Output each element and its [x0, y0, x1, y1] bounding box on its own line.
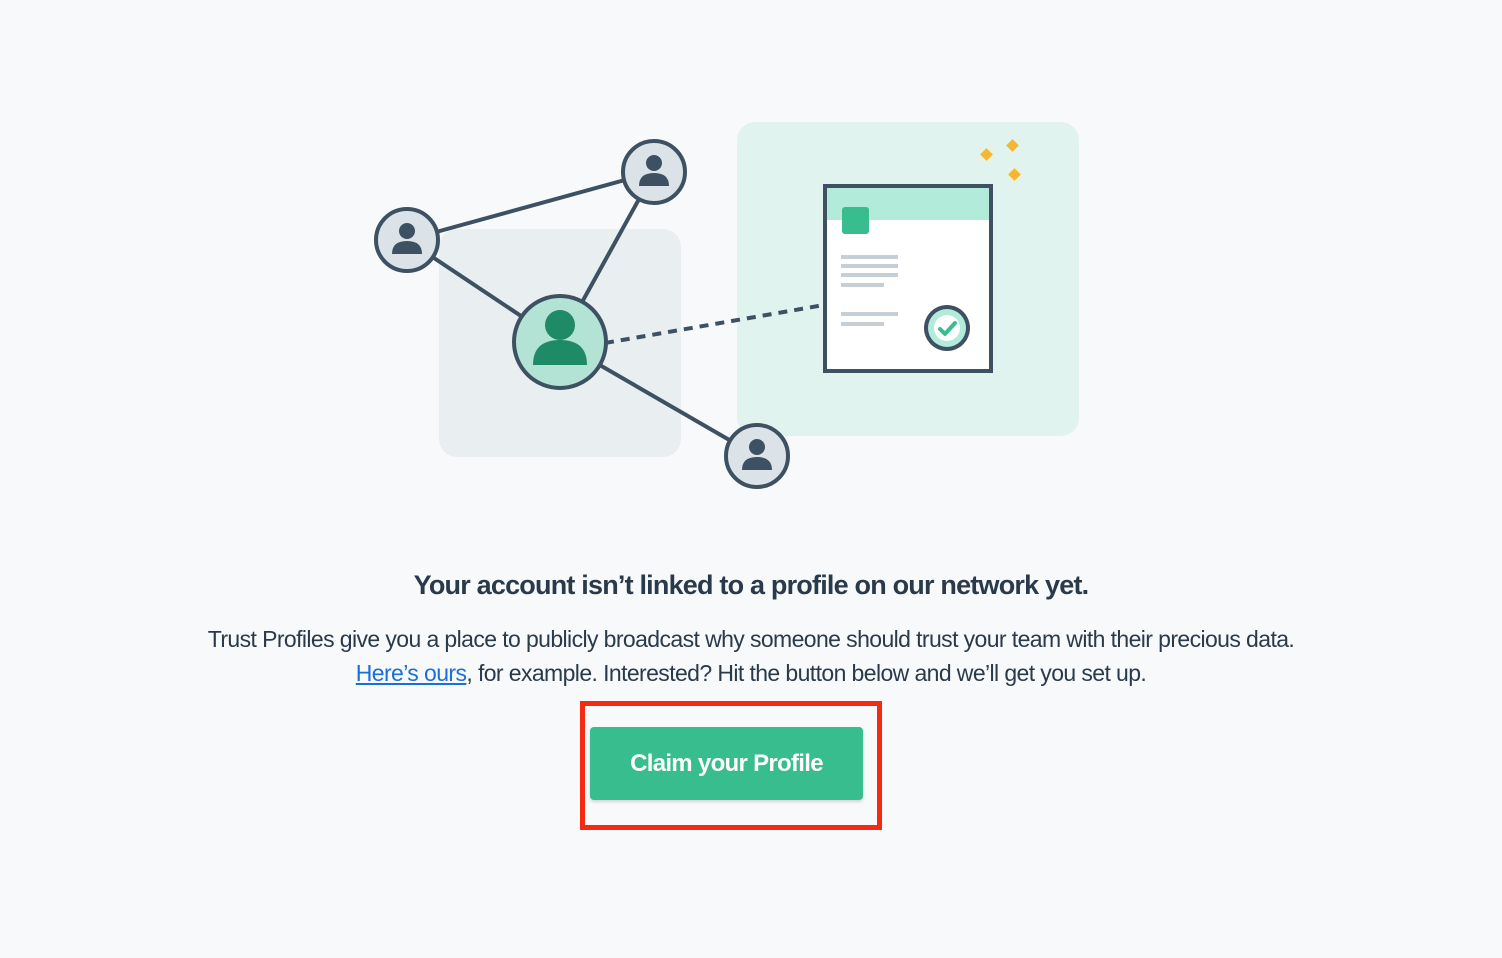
claim-profile-button[interactable]: Claim your Profile: [590, 727, 863, 800]
user-avatar-icon: [374, 207, 440, 273]
central-user-avatar-icon: [512, 294, 608, 390]
user-avatar-icon: [621, 139, 687, 205]
description-line-2: Here’s ours, for example. Interested? Hi…: [0, 656, 1502, 690]
network-illustration: [374, 122, 1079, 489]
heres-ours-link[interactable]: Here’s ours: [356, 660, 467, 686]
document-card: [823, 184, 993, 373]
description-line-1: Trust Profiles give you a place to publi…: [207, 626, 1295, 652]
user-avatar-icon: [724, 423, 790, 489]
page: Your account isn’t linked to a profile o…: [0, 0, 1502, 958]
description-line-2-text: , for example. Interested? Hit the butto…: [466, 660, 1147, 686]
checkmark-icon: [924, 305, 970, 351]
description: Trust Profiles give you a place to publi…: [0, 622, 1502, 690]
headline: Your account isn’t linked to a profile o…: [413, 570, 1089, 600]
